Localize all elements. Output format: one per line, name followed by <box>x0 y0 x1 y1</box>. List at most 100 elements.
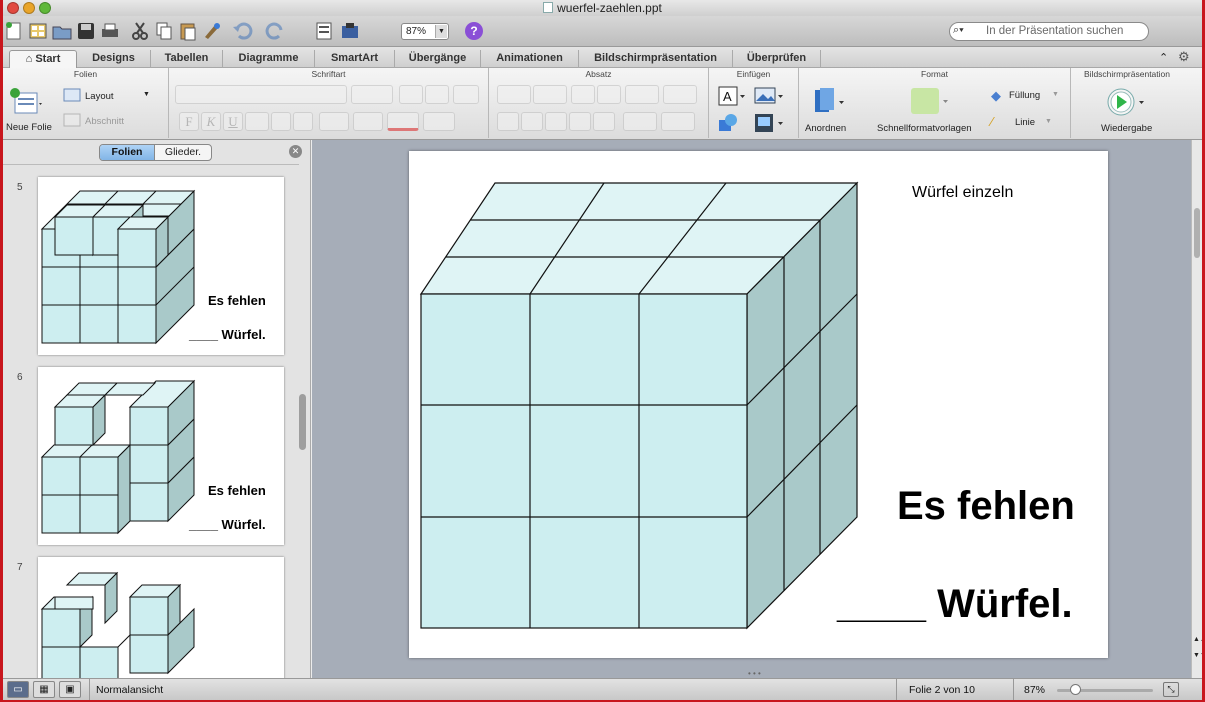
paint-bucket-icon[interactable]: ◆ <box>991 88 1001 104</box>
line-button[interactable]: Linie <box>1015 117 1035 128</box>
bold-button[interactable]: F <box>179 112 199 131</box>
tab-animationen[interactable]: Animationen <box>481 50 579 68</box>
font-size-select[interactable] <box>351 85 393 104</box>
superscript-button[interactable] <box>271 112 291 131</box>
line-spacing-button[interactable] <box>625 85 659 104</box>
media-browser-icon[interactable] <box>339 20 361 42</box>
text-effects-button[interactable] <box>423 112 455 131</box>
zoom-window-button[interactable] <box>39 2 51 14</box>
strikethrough-button[interactable] <box>245 112 269 131</box>
picture-icon[interactable] <box>753 85 787 107</box>
close-icon[interactable]: ✕ <box>289 145 302 158</box>
arrange-button[interactable]: Anordnen <box>805 123 846 134</box>
numbering-button[interactable] <box>533 85 567 104</box>
pencil-icon[interactable]: ⁄ <box>991 114 993 129</box>
text-align-vertical-button[interactable] <box>661 112 695 131</box>
play-slideshow-button[interactable]: Wiedergabe <box>1101 123 1152 134</box>
quick-styles-button[interactable]: Schnellformatvorlagen <box>877 123 972 134</box>
tab-start[interactable]: ⌂ Start <box>9 50 77 68</box>
arrange-icon[interactable] <box>811 86 849 116</box>
previous-slide-icon[interactable]: ▲▲ <box>1193 636 1202 643</box>
layout-icon[interactable] <box>63 88 81 102</box>
paste-icon[interactable] <box>177 20 199 42</box>
gallery-icon[interactable] <box>27 20 49 42</box>
slide-thumbnail[interactable]: Es fehlen ____ Würfel. <box>38 367 284 545</box>
justify-button[interactable] <box>569 112 591 131</box>
media-icon[interactable] <box>753 112 787 134</box>
fit-to-window-icon[interactable]: ⤡ <box>1163 682 1179 697</box>
tab-ueberpruefen[interactable]: Überprüfen <box>733 50 821 68</box>
align-center-button[interactable] <box>521 112 543 131</box>
increase-indent-button[interactable] <box>597 85 621 104</box>
fill-button[interactable]: Füllung <box>1009 90 1040 101</box>
tab-designs[interactable]: Designs <box>77 50 151 68</box>
format-painter-icon[interactable] <box>201 20 223 42</box>
clear-format-button[interactable] <box>453 85 479 104</box>
slide-text-line1[interactable]: Es fehlen <box>897 484 1075 529</box>
distribute-button[interactable] <box>593 112 615 131</box>
char-spacing-button[interactable] <box>319 112 349 131</box>
resize-handle[interactable]: • • • <box>748 669 761 678</box>
quick-styles-icon[interactable] <box>907 84 951 118</box>
save-icon[interactable] <box>75 20 97 42</box>
slide-thumbnail[interactable]: Es fehlen ____ Würfel. <box>38 177 284 355</box>
tab-bildschirmpraesentation[interactable]: Bildschirmpräsentation <box>579 50 733 68</box>
collapse-ribbon-icon[interactable]: ⌃ <box>1159 51 1168 64</box>
bullets-button[interactable] <box>497 85 531 104</box>
sidebar-scrollbar[interactable] <box>299 394 306 450</box>
font-name-select[interactable] <box>175 85 347 104</box>
tab-diagramme[interactable]: Diagramme <box>223 50 315 68</box>
grow-font-button[interactable] <box>399 85 423 104</box>
zoom-select[interactable]: 87% ▼ <box>401 23 449 40</box>
slide-title[interactable]: Würfel einzeln <box>912 184 1013 202</box>
open-icon[interactable] <box>51 20 73 42</box>
next-slide-icon[interactable]: ▼▼ <box>1193 652 1202 659</box>
search-icon[interactable]: ⌕▾ <box>953 24 964 37</box>
italic-button[interactable]: K <box>201 112 221 131</box>
change-case-button[interactable] <box>353 112 383 131</box>
text-direction-button[interactable] <box>623 112 657 131</box>
new-document-icon[interactable] <box>3 20 25 42</box>
tab-smartart[interactable]: SmartArt <box>315 50 395 68</box>
new-slide-button[interactable]: Neue Folie <box>6 122 52 133</box>
slideshow-view-button[interactable]: ▣ <box>59 681 81 698</box>
columns-button[interactable] <box>663 85 697 104</box>
text-box-icon[interactable]: A <box>717 85 747 107</box>
scroll-thumb[interactable] <box>1194 208 1200 258</box>
shape-icon[interactable] <box>717 112 747 134</box>
section-icon[interactable] <box>63 113 81 127</box>
redo-icon[interactable] <box>265 20 287 42</box>
slide-thumbnail[interactable] <box>38 557 284 687</box>
tab-tabellen[interactable]: Tabellen <box>151 50 223 68</box>
tab-uebergaenge[interactable]: Übergänge <box>395 50 481 68</box>
minimize-window-button[interactable] <box>23 2 35 14</box>
subscript-button[interactable] <box>293 112 313 131</box>
vertical-scrollbar[interactable]: ▲▲ ▼▼ <box>1191 140 1202 678</box>
new-slide-icon[interactable] <box>9 87 45 117</box>
help-button[interactable]: ? <box>465 22 483 40</box>
gear-icon[interactable]: ⚙ <box>1178 49 1190 65</box>
align-right-button[interactable] <box>545 112 567 131</box>
print-icon[interactable] <box>99 20 121 42</box>
slide-sorter-icon[interactable] <box>313 20 335 42</box>
zoom-slider-knob[interactable] <box>1070 684 1081 695</box>
search-input[interactable]: In der Präsentation suchen <box>949 22 1149 41</box>
play-icon[interactable] <box>1105 87 1149 117</box>
normal-view-button[interactable]: ▭ <box>7 681 29 698</box>
underline-button[interactable]: U <box>223 112 243 131</box>
cut-icon[interactable] <box>129 20 151 42</box>
slide-sorter-view-button[interactable]: ▦ <box>33 681 55 698</box>
undo-icon[interactable] <box>231 20 253 42</box>
slide-canvas[interactable]: Würfel einzeln Es fehlen ____ Würfel. <box>409 151 1108 658</box>
font-color-button[interactable] <box>387 112 419 131</box>
section-button[interactable]: Abschnitt <box>85 116 124 127</box>
shrink-font-button[interactable] <box>425 85 449 104</box>
layout-button[interactable]: Layout <box>85 91 114 102</box>
decrease-indent-button[interactable] <box>571 85 595 104</box>
close-window-button[interactable] <box>7 2 19 14</box>
tab-slides[interactable]: Folien <box>100 145 154 160</box>
copy-icon[interactable] <box>153 20 175 42</box>
slide-text-line2[interactable]: ____ Würfel. <box>837 582 1073 627</box>
tab-outline[interactable]: Glieder. <box>154 145 211 160</box>
align-left-button[interactable] <box>497 112 519 131</box>
